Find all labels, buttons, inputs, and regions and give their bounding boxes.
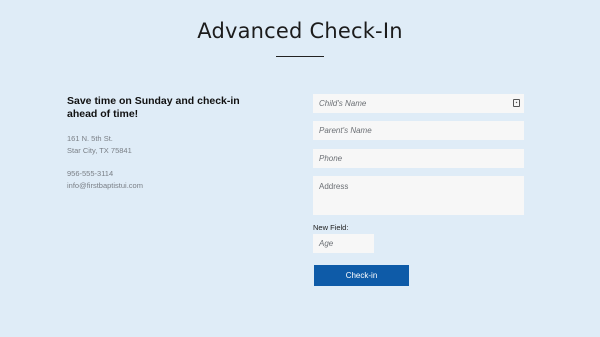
phone-placeholder: Phone [319,154,343,163]
phone-number: 956-555-3114 [67,169,114,178]
autofill-contact-icon[interactable]: ▪ [513,99,520,107]
address-line-2: Star City, TX 75841 [67,146,132,155]
new-field-label: New Field: [313,223,349,232]
parent-name-input[interactable]: Parent's Name [313,121,524,140]
checkin-submit-button[interactable]: Check-in [314,265,409,286]
info-column: Save time on Sunday and check-in ahead o… [67,95,257,192]
tagline: Save time on Sunday and check-in ahead o… [67,95,240,120]
page-title: Advanced Check-In [197,19,403,43]
email-address: info@firstbaptistui.com [67,181,143,190]
address-block: 161 N. 5th St. Star City, TX 75841 [67,133,257,157]
contact-block: 956-555-3114 info@firstbaptistui.com [67,168,257,192]
address-placeholder: Address [319,182,349,191]
age-placeholder: Age [319,239,334,248]
address-textarea[interactable]: Address [313,176,524,215]
phone-input[interactable]: Phone [313,149,524,168]
child-name-placeholder: Child's Name [319,99,367,108]
child-name-input[interactable]: Child's Name ▪ [313,94,524,113]
parent-name-placeholder: Parent's Name [319,126,372,135]
address-line-1: 161 N. 5th St. [67,134,113,143]
checkin-page: Advanced Check-In Save time on Sunday an… [0,0,600,337]
title-divider [276,56,324,57]
age-input[interactable]: Age [313,234,374,253]
